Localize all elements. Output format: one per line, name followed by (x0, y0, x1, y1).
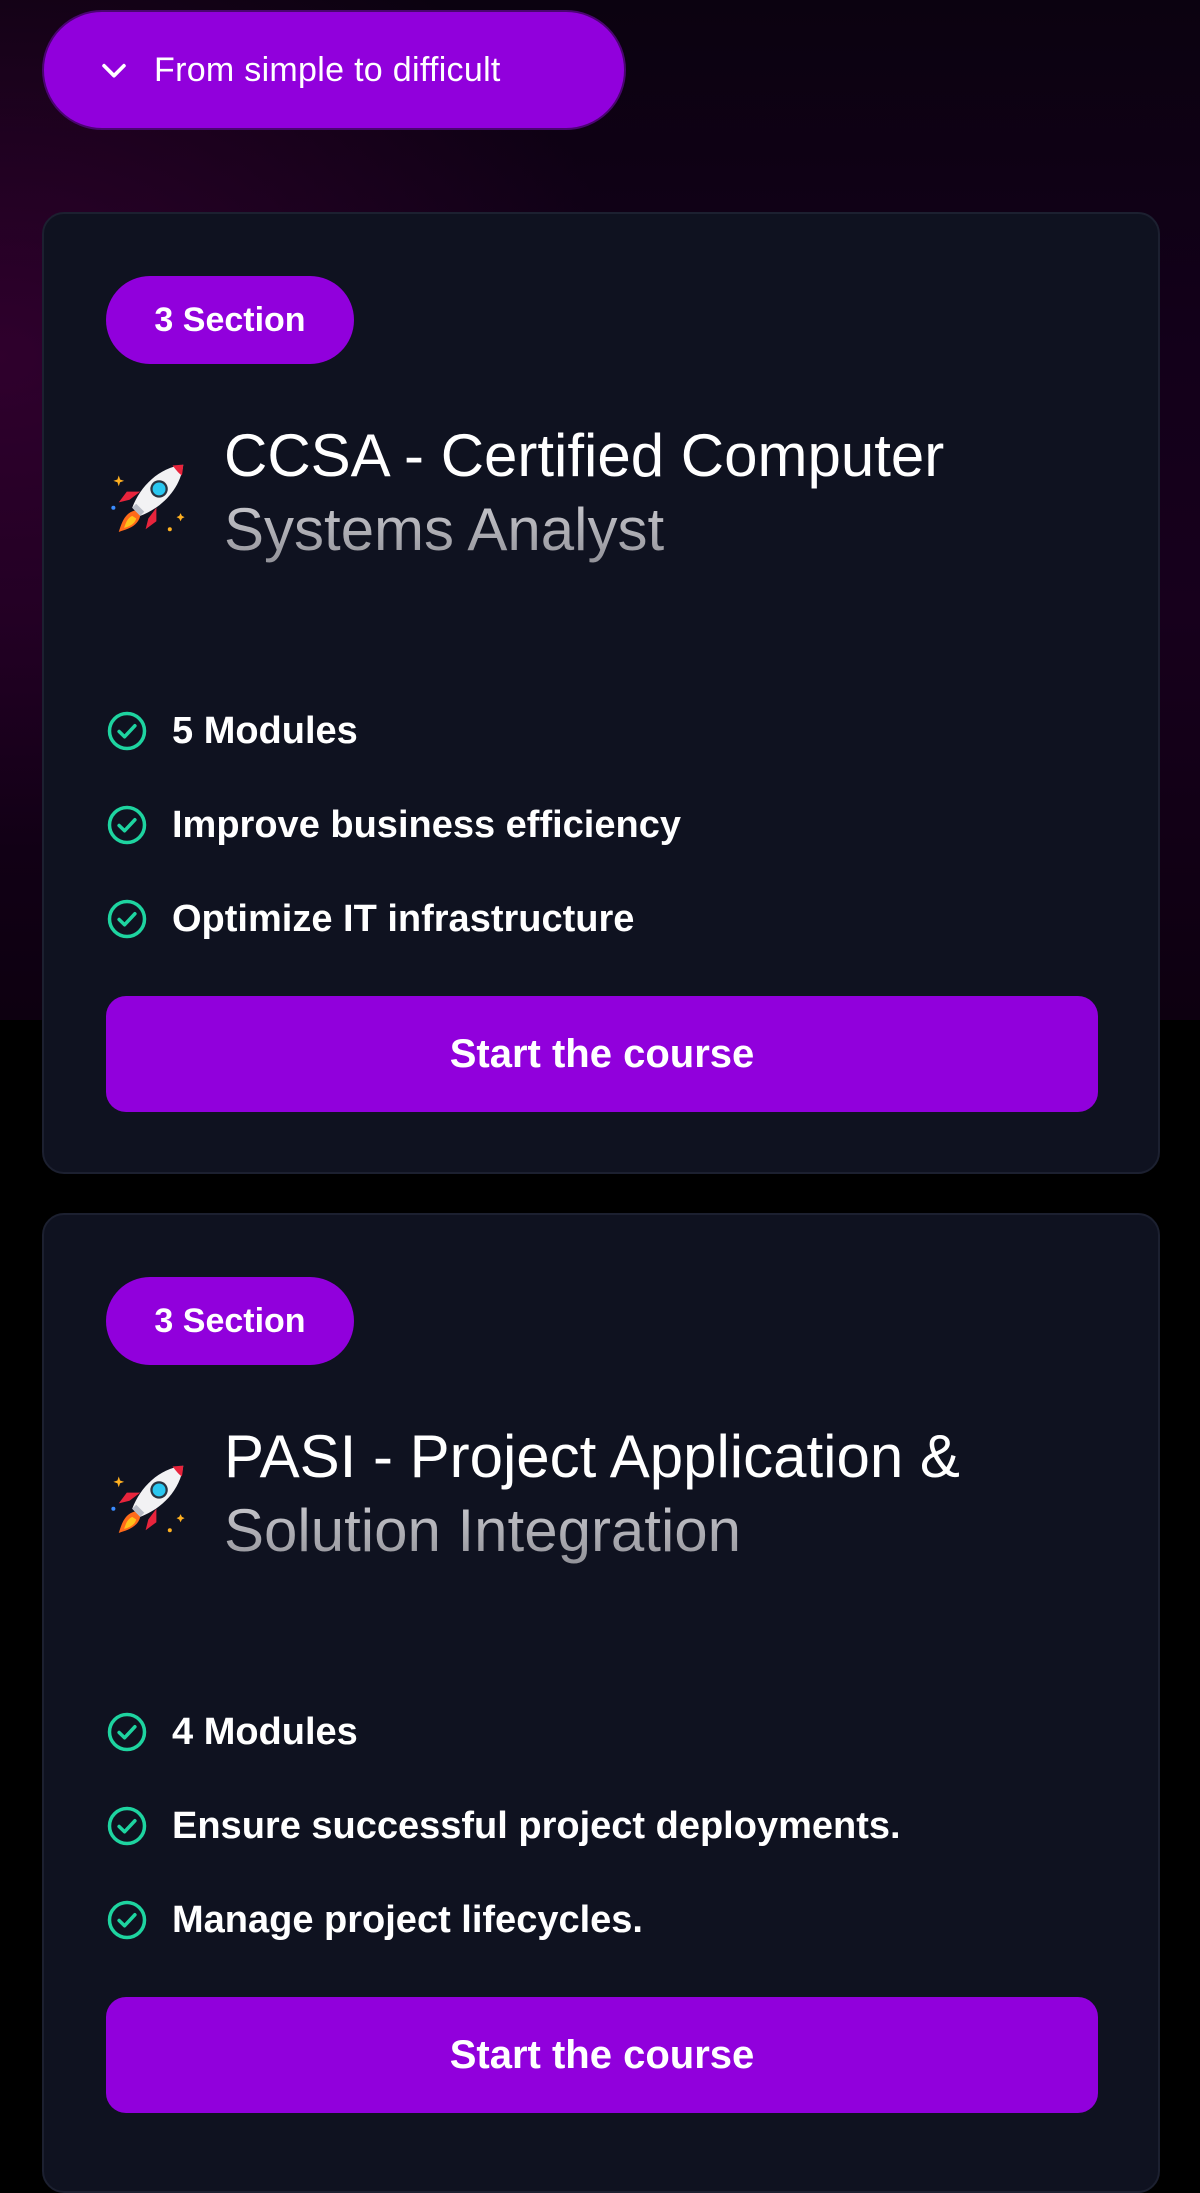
course-title: PASI - Project Application & Solution In… (224, 1420, 1104, 1568)
feature-item: Optimize IT infrastructure (106, 872, 681, 966)
feature-list: 4 Modules Ensure successful project depl… (106, 1685, 901, 1967)
check-circle-icon (106, 710, 148, 752)
section-badge: 3 Section (106, 276, 354, 364)
course-title-line2: Systems Analyst (224, 493, 1104, 567)
check-circle-icon (106, 804, 148, 846)
feature-item: Ensure successful project deployments. (106, 1779, 901, 1873)
feature-list: 5 Modules Improve business efficiency Op… (106, 684, 681, 966)
course-title-line2: Solution Integration (224, 1494, 1104, 1568)
start-course-button[interactable]: Start the course (106, 1997, 1098, 2113)
course-title-line1: PASI - Project Application & (224, 1423, 960, 1490)
feature-item: 4 Modules (106, 1685, 901, 1779)
course-card: 3 Section PASI - Project Application & S… (42, 1213, 1160, 2193)
course-title-line1: CCSA - Certified Computer (224, 422, 945, 489)
check-circle-icon (106, 898, 148, 940)
feature-item: 5 Modules (106, 684, 681, 778)
feature-text: 4 Modules (172, 1710, 358, 1753)
rocket-icon (108, 1455, 194, 1541)
course-title: CCSA - Certified Computer Systems Analys… (224, 419, 1104, 567)
check-circle-icon (106, 1899, 148, 1941)
feature-item: Manage project lifecycles. (106, 1873, 901, 1967)
feature-item: Improve business efficiency (106, 778, 681, 872)
course-card: 3 Section CCSA - Certified Computer Syst… (42, 212, 1160, 1174)
feature-text: Ensure successful project deployments. (172, 1804, 901, 1847)
feature-text: Manage project lifecycles. (172, 1898, 643, 1941)
feature-text: Improve business efficiency (172, 803, 681, 846)
start-course-button[interactable]: Start the course (106, 996, 1098, 1112)
rocket-icon (108, 454, 194, 540)
feature-text: 5 Modules (172, 709, 358, 752)
check-circle-icon (106, 1711, 148, 1753)
sort-dropdown[interactable]: From simple to difficult (42, 10, 626, 130)
section-badge: 3 Section (106, 1277, 354, 1365)
check-circle-icon (106, 1805, 148, 1847)
chevron-down-icon (94, 50, 134, 90)
feature-text: Optimize IT infrastructure (172, 897, 635, 940)
sort-label: From simple to difficult (154, 50, 501, 89)
